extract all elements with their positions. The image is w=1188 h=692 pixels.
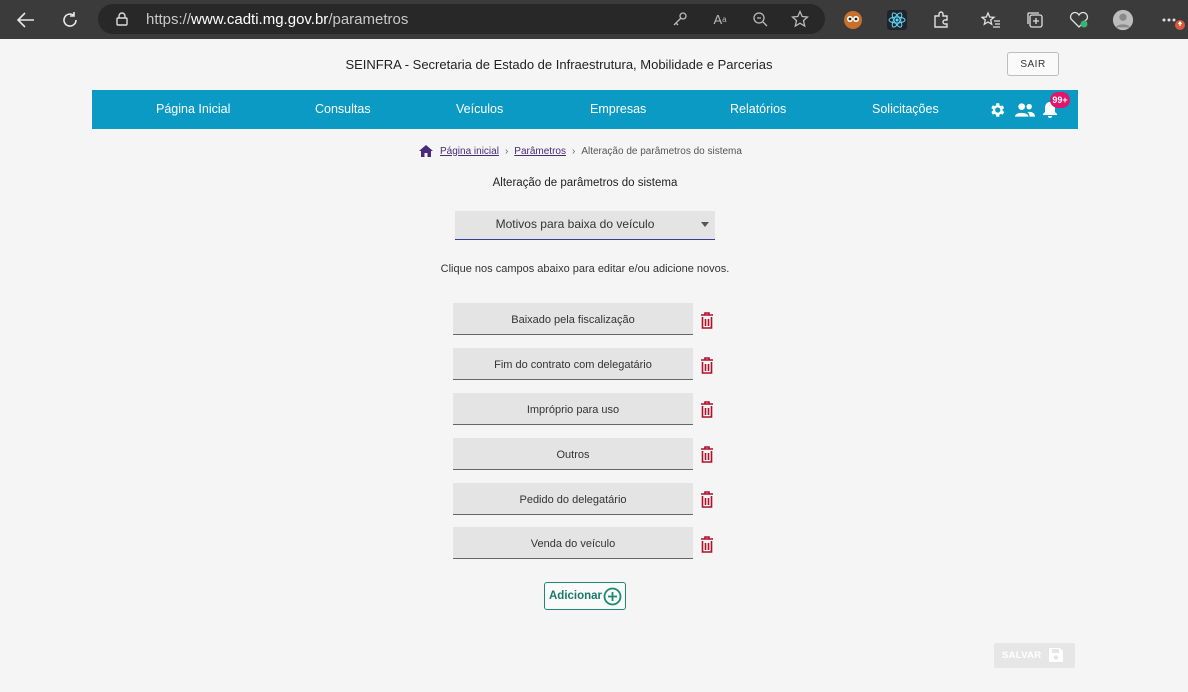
owl-extension-icon[interactable] xyxy=(842,9,864,31)
browser-essentials-icon[interactable] xyxy=(1068,9,1090,31)
save-button[interactable]: SALVAR xyxy=(994,643,1075,668)
parameter-field-value: Fim do contrato com delegatário xyxy=(494,359,652,371)
more-menu-icon[interactable] xyxy=(1160,9,1186,31)
breadcrumb-params-link[interactable]: Parâmetros xyxy=(514,146,566,157)
browser-toolbar: https://www.cadti.mg.gov.br/parametros A… xyxy=(0,0,1188,39)
breadcrumb-current: Alteração de parâmetros do sistema xyxy=(581,145,742,157)
nav-item-consultas[interactable]: Consultas xyxy=(315,102,371,116)
dropdown-arrow-icon xyxy=(701,222,709,227)
url-path: /parametros xyxy=(328,11,409,28)
refresh-icon[interactable] xyxy=(56,6,84,34)
breadcrumb-separator: › xyxy=(504,145,509,157)
delete-trash-icon[interactable] xyxy=(699,311,715,329)
read-aloud-icon[interactable]: Aa xyxy=(710,10,730,28)
parameter-field[interactable]: Baixado pela fiscalização xyxy=(453,303,693,335)
address-bar[interactable]: https://www.cadti.mg.gov.br/parametros A… xyxy=(98,4,825,34)
parameter-field[interactable]: Outros xyxy=(453,438,693,470)
parameter-field-value: Outros xyxy=(556,449,590,461)
breadcrumb-home-link[interactable]: Página inicial xyxy=(440,146,499,157)
url-prefix: https:// xyxy=(146,11,192,28)
delete-trash-icon[interactable] xyxy=(699,535,715,553)
delete-trash-icon[interactable] xyxy=(699,445,715,463)
zoom-icon[interactable] xyxy=(750,10,770,28)
url-text: https://www.cadti.mg.gov.br/parametros xyxy=(146,11,408,28)
parameter-field-value: Baixado pela fiscalização xyxy=(511,314,635,326)
parameter-field-value: Venda do veículo xyxy=(530,538,616,550)
react-extension-icon[interactable] xyxy=(886,9,908,31)
nav-item-home[interactable]: Página Inicial xyxy=(156,102,230,116)
page-header-title: SEINFRA - Secretaria de Estado de Infrae… xyxy=(345,57,773,72)
collections-icon[interactable] xyxy=(1024,9,1046,31)
parameter-field-value: Pedido do delegatário xyxy=(519,494,627,506)
nav-item-solicitacoes[interactable]: Solicitações xyxy=(872,102,939,116)
key-icon[interactable] xyxy=(670,10,690,28)
back-icon[interactable] xyxy=(12,6,40,34)
parameter-field[interactable]: Pedido do delegatário xyxy=(453,483,693,515)
parameter-field[interactable]: Impróprio para uso xyxy=(453,393,693,425)
save-button-label: SALVAR xyxy=(1002,650,1042,661)
logout-button[interactable]: SAIR xyxy=(1007,52,1059,76)
instructions-text: Clique nos campos abaixo para editar e/o… xyxy=(440,263,730,275)
nav-item-empresas[interactable]: Empresas xyxy=(590,102,646,116)
parameter-select[interactable]: Motivos para baixa do veículo xyxy=(455,211,715,240)
parameter-field-value: Impróprio para uso xyxy=(526,404,620,416)
save-disk-icon xyxy=(1048,647,1064,668)
notification-badge: 99+ xyxy=(1050,92,1070,108)
favorite-star-icon[interactable] xyxy=(790,10,810,28)
url-host: www.cadti.mg.gov.br xyxy=(191,11,329,28)
delete-trash-icon[interactable] xyxy=(699,356,715,374)
breadcrumb: Página inicial › Parâmetros › Alteração … xyxy=(419,143,742,159)
favorites-list-icon[interactable] xyxy=(980,9,1002,31)
main-navbar: Página Inicial Consultas Veículos Empres… xyxy=(92,90,1078,129)
add-button-label: Adicionar xyxy=(549,590,603,602)
extensions-puzzle-icon[interactable] xyxy=(930,9,952,31)
nav-item-relatorios[interactable]: Relatórios xyxy=(730,102,786,116)
home-icon[interactable] xyxy=(419,145,433,157)
parameter-field[interactable]: Fim do contrato com delegatário xyxy=(453,348,693,380)
parameter-field[interactable]: Venda do veículo xyxy=(453,527,693,559)
add-circle-icon xyxy=(603,587,622,611)
profile-avatar-icon[interactable] xyxy=(1112,9,1134,31)
settings-gear-icon[interactable] xyxy=(987,101,1007,119)
section-title: Alteração de parâmetros do sistema xyxy=(492,177,678,189)
parameter-select-value: Motivos para baixa do veículo xyxy=(495,217,655,231)
delete-trash-icon[interactable] xyxy=(699,400,715,418)
breadcrumb-separator: › xyxy=(571,145,576,157)
add-button[interactable]: Adicionar xyxy=(544,582,626,610)
lock-icon xyxy=(116,12,128,31)
users-group-icon[interactable] xyxy=(1014,101,1036,119)
delete-trash-icon[interactable] xyxy=(699,490,715,508)
nav-item-veiculos[interactable]: Veículos xyxy=(456,102,503,116)
